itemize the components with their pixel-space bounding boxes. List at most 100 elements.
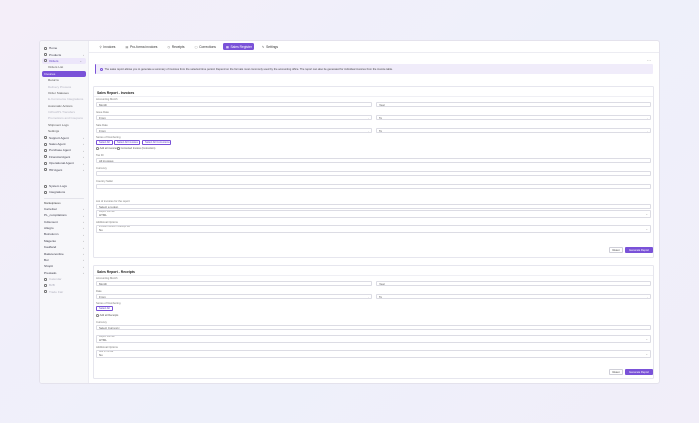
chevron-right-icon: › xyxy=(83,168,84,173)
app-window: Home Products › Orders ⌄ Orders List Invoi… xyxy=(39,40,660,384)
tab-corrections[interactable]: ▢ Corrections xyxy=(192,43,218,50)
chevron-right-icon: › xyxy=(83,226,84,231)
checkbox-icon xyxy=(96,147,99,150)
chevron-down-icon: ⌄ xyxy=(645,185,648,189)
tab-receipts[interactable]: ◷ Receipts xyxy=(165,43,187,50)
issue-date-from[interactable]: From ▫ xyxy=(96,115,372,120)
receipt-report-card: Sales Report - Receipts Accounting Month… xyxy=(93,265,654,379)
tax-id-select[interactable]: All invoices ⌄ xyxy=(96,158,651,163)
coin-icon xyxy=(44,155,47,159)
correction-icon: ▢ xyxy=(194,44,198,49)
home-icon xyxy=(44,46,47,50)
more-options-icon[interactable]: ⋯ xyxy=(647,58,651,63)
date-from[interactable]: From ▫ xyxy=(96,294,372,299)
tab-bar: ⚲ Invoices ▤ Pro-forma invoices ◷ Receipts … xyxy=(89,41,659,53)
reset-button[interactable]: Reset xyxy=(609,247,623,253)
chevron-down-icon: ⌄ xyxy=(366,282,369,286)
search-icon: ⚲ xyxy=(99,44,102,49)
document-icon: ▤ xyxy=(125,44,129,49)
issue-date-to[interactable]: To ▫ xyxy=(376,115,651,120)
region-select[interactable]: Select a region ⌄ xyxy=(96,204,651,209)
invoice-list-label: List of invoices for the report xyxy=(96,200,130,203)
chevron-right-icon: › xyxy=(83,142,84,147)
accounting-month-label: Accounting Month xyxy=(96,98,118,101)
month-select[interactable]: Month ⌄ xyxy=(96,281,372,286)
series-label: Series of Numbering xyxy=(96,136,121,139)
cart-icon xyxy=(44,59,47,63)
chevron-down-icon: ⌄ xyxy=(645,103,648,107)
chevron-right-icon: › xyxy=(83,219,84,224)
sidebar-item-hr-agent[interactable]: HR Agent › xyxy=(40,166,88,172)
register-icon: ▦ xyxy=(225,44,229,49)
chevron-down-icon: ⌄ xyxy=(645,326,648,330)
sale-date-from[interactable]: From ▫ xyxy=(96,128,372,133)
sidebar: Home Products › Orders ⌄ Orders List Invoi… xyxy=(40,41,89,383)
additional-options-label: Additional Options xyxy=(96,346,118,349)
chevron-right-icon: › xyxy=(83,213,84,218)
currency-select[interactable]: ⌄ xyxy=(96,171,651,176)
select-all-button[interactable]: Select All xyxy=(96,306,113,311)
tax-id-label: Tax ID xyxy=(96,154,104,157)
chevron-down-icon: ⌄ xyxy=(645,205,648,209)
chevron-down-icon: ⌄ xyxy=(366,103,369,107)
chevron-down-icon: ⌄ xyxy=(645,172,648,176)
sidebar-item-trade-fair[interactable]: Trade Fair xyxy=(40,289,88,295)
sidebar-item-products[interactable]: Products › xyxy=(40,51,88,57)
currency-label: Currency xyxy=(96,167,107,170)
tab-invoices[interactable]: ⚲ Invoices xyxy=(97,43,118,50)
corrected-invoice-checkbox[interactable]: Corrected Invoice (Correction) xyxy=(117,147,155,150)
year-select[interactable]: Year ⌄ xyxy=(376,102,651,107)
currency-label: Currency xyxy=(96,321,107,324)
tab-sales-register[interactable]: ▦ Sales Register xyxy=(223,43,255,50)
chevron-right-icon: › xyxy=(83,264,84,269)
year-select[interactable]: Year ⌄ xyxy=(376,281,651,286)
accounting-month-label: Accounting Month xyxy=(96,277,118,280)
add-all-invoices-checkbox[interactable]: Add all invoices xyxy=(96,147,118,150)
report-format-select[interactable]: Report Format HTML ⌄ xyxy=(96,210,651,218)
chevron-right-icon: › xyxy=(83,245,84,250)
reset-button[interactable]: Reset xyxy=(609,369,623,375)
select-all-corrections-button[interactable]: Select All Corrections xyxy=(142,140,171,145)
chevron-right-icon: › xyxy=(83,258,84,263)
checkbox-icon xyxy=(117,147,120,150)
sidebar-item-integrations[interactable]: Integrations xyxy=(40,189,88,195)
chevron-down-icon: ⌄ xyxy=(645,282,648,286)
select-all-invoices-button[interactable]: Select All Invoices xyxy=(114,140,140,145)
card-divider xyxy=(94,95,653,97)
log-icon xyxy=(44,184,47,188)
info-icon xyxy=(100,67,103,71)
checkbox-icon xyxy=(96,314,99,317)
date-to[interactable]: To ▫ xyxy=(376,294,651,299)
chevron-down-icon: ⌄ xyxy=(645,351,648,356)
add-all-receipts-checkbox[interactable]: Add all Receipts xyxy=(96,314,118,317)
month-select[interactable]: Month ⌄ xyxy=(96,102,372,107)
invoice-report-title: Sales Report - Invoices xyxy=(97,90,135,95)
calendar-icon: ▫ xyxy=(367,129,369,133)
chevron-right-icon: › xyxy=(83,207,84,212)
chevron-right-icon: › xyxy=(83,161,84,166)
briefcase-icon xyxy=(44,283,47,287)
calendar-icon: ▫ xyxy=(367,295,369,299)
tab-proforma[interactable]: ▤ Pro-forma invoices xyxy=(123,43,160,50)
chevron-right-icon: › xyxy=(83,239,84,244)
select-all-button[interactable]: Select All xyxy=(96,140,113,145)
headset-icon xyxy=(44,136,47,140)
country-select[interactable]: ⌄ xyxy=(96,184,651,189)
calendar-icon: ▫ xyxy=(367,116,369,120)
receipt-report-title: Sales Report - Receipts xyxy=(97,269,135,274)
generate-report-button[interactable]: Generate Report xyxy=(625,369,653,375)
sidebar-item-orders-list[interactable]: Orders List xyxy=(40,64,88,70)
sale-date-to[interactable]: To ▫ xyxy=(376,128,651,133)
tab-settings[interactable]: ✎ Settings xyxy=(259,43,280,50)
pencil-icon: ✎ xyxy=(261,44,265,49)
additional-options-select[interactable]: Include Invoice in Receipt file No ⌄ xyxy=(96,225,651,233)
notice-text: The sales report allows you to generate … xyxy=(104,67,393,71)
cog-icon xyxy=(44,161,47,165)
additional-options-select[interactable]: Add in format No ⌄ xyxy=(96,350,651,358)
generate-report-button[interactable]: Generate Report xyxy=(625,247,653,253)
issue-date-label: Issue Date xyxy=(96,111,109,114)
currency-select[interactable]: Select Currency ⌄ xyxy=(96,325,651,330)
chevron-right-icon: › xyxy=(83,155,84,160)
chevron-down-icon: ⌄ xyxy=(645,211,648,216)
report-format-select[interactable]: Report Format HTML ⌄ xyxy=(96,335,651,343)
